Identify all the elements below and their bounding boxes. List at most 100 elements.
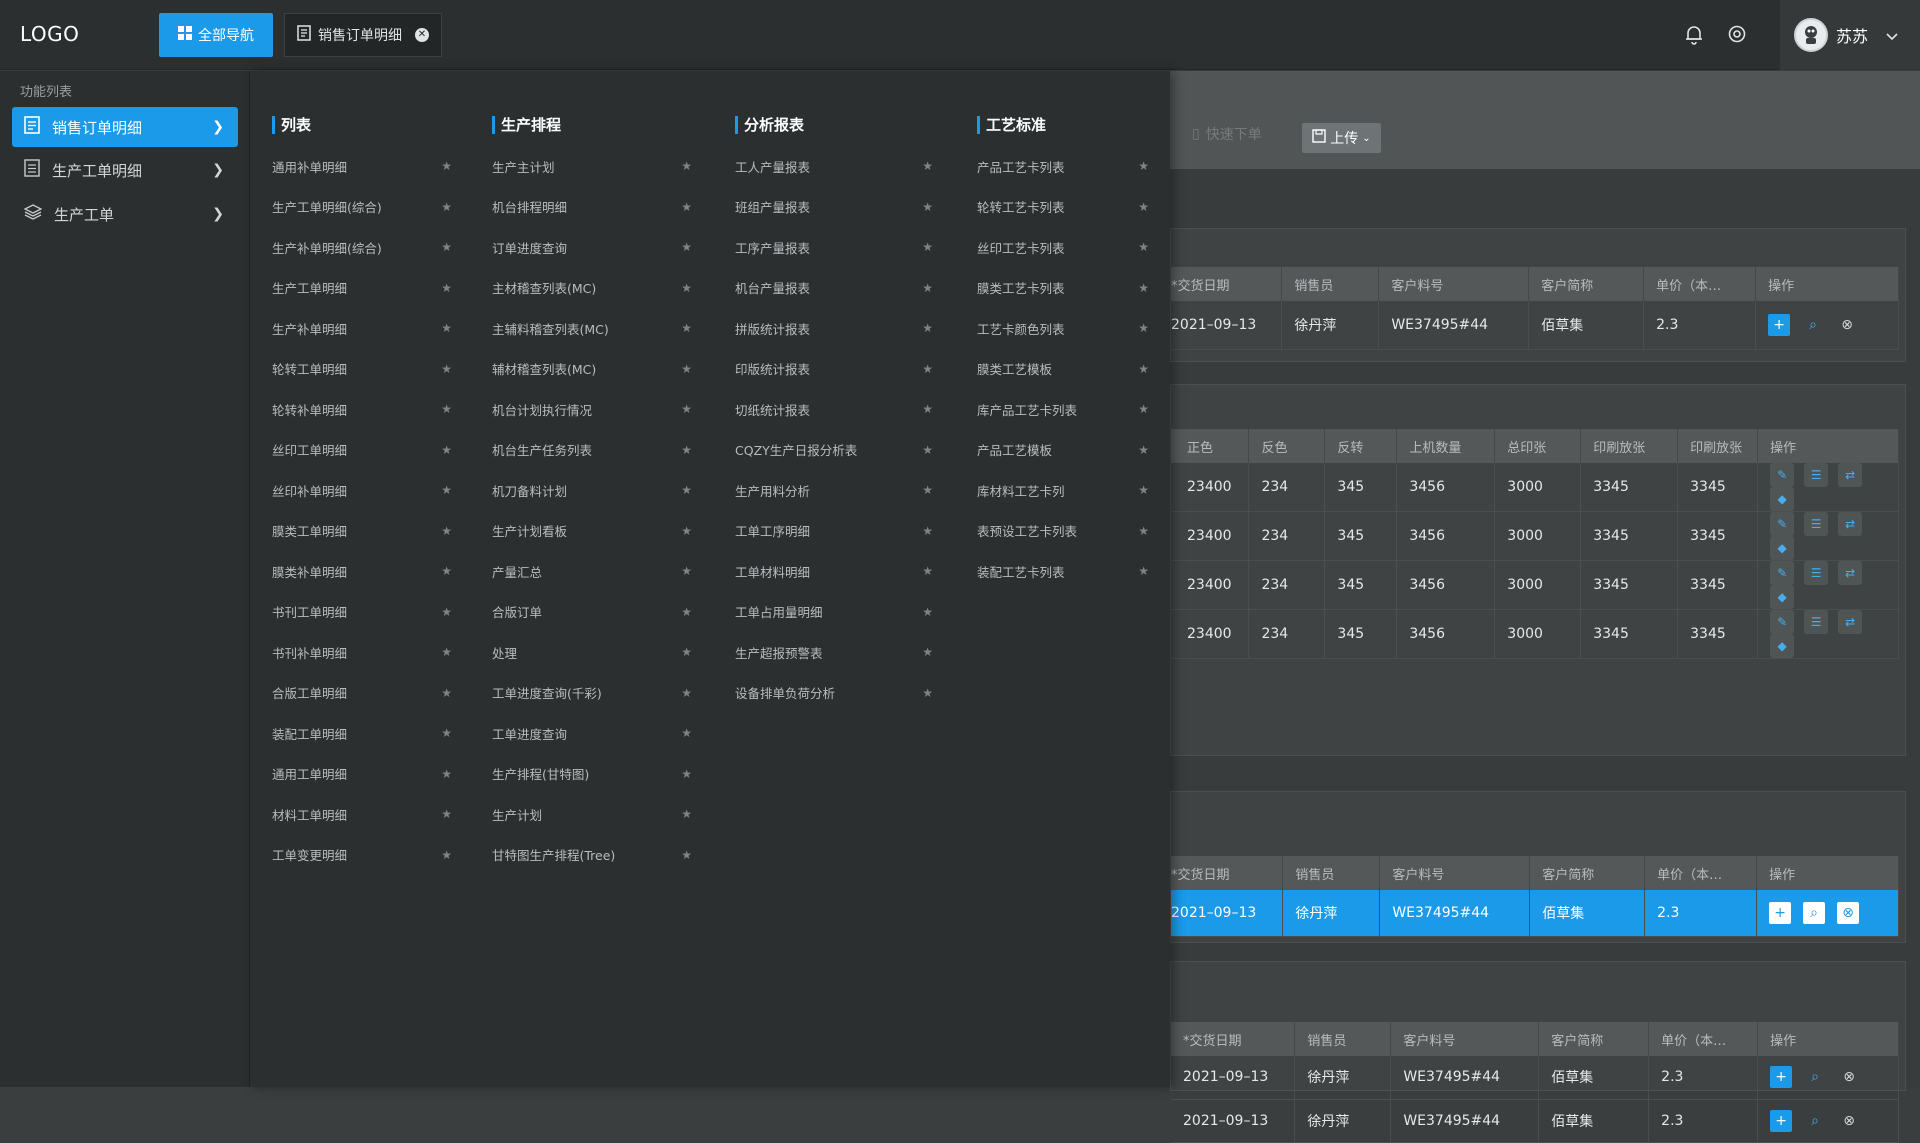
star-icon[interactable]: ★ bbox=[1138, 483, 1149, 497]
menu-item[interactable]: 辅材稽查列表(MC) ★ bbox=[492, 349, 692, 390]
star-icon[interactable]: ★ bbox=[922, 200, 933, 214]
star-icon[interactable]: ★ bbox=[441, 848, 452, 862]
upload-button[interactable]: 上传 ⌄ bbox=[1302, 123, 1381, 153]
menu-item[interactable]: 膜类工艺卡列表 ★ bbox=[977, 268, 1149, 309]
menu-item[interactable]: 通用工单明细 ★ bbox=[272, 754, 452, 795]
menu-item[interactable]: 装配工艺卡列表 ★ bbox=[977, 551, 1149, 592]
star-icon[interactable]: ★ bbox=[441, 483, 452, 497]
menu-item[interactable]: 工艺卡颜色列表 ★ bbox=[977, 308, 1149, 349]
star-icon[interactable]: ★ bbox=[681, 524, 692, 538]
add-icon[interactable]: + bbox=[1770, 1109, 1793, 1132]
add-icon[interactable]: + bbox=[1769, 901, 1792, 924]
menu-item[interactable]: 机台产量报表 ★ bbox=[735, 268, 933, 309]
star-icon[interactable]: ★ bbox=[681, 767, 692, 781]
star-icon[interactable]: ★ bbox=[681, 240, 692, 254]
star-icon[interactable]: ★ bbox=[922, 402, 933, 416]
star-icon[interactable]: ★ bbox=[441, 281, 452, 295]
star-icon[interactable]: ★ bbox=[1138, 443, 1149, 457]
search-icon[interactable]: ⌕ bbox=[1804, 1110, 1826, 1132]
menu-item[interactable]: 甘特图生产排程(Tree) ★ bbox=[492, 835, 692, 876]
star-icon[interactable]: ★ bbox=[441, 726, 452, 740]
menu-item[interactable]: 主材稽查列表(MC) ★ bbox=[492, 268, 692, 309]
menu-item[interactable]: 工单变更明细 ★ bbox=[272, 835, 452, 876]
sidebar-item-production-order-detail[interactable]: 生产工单明细 ❯ bbox=[12, 150, 238, 190]
menu-item[interactable]: CQZY生产日报分析表 ★ bbox=[735, 430, 933, 471]
menu-item[interactable]: 生产工单明细 ★ bbox=[272, 268, 452, 309]
edit-icon[interactable]: ✎ bbox=[1770, 512, 1795, 536]
sidebar-item-production-order[interactable]: 生产工单 ❯ bbox=[12, 194, 238, 234]
menu-item[interactable]: 合版工单明细 ★ bbox=[272, 673, 452, 714]
star-icon[interactable]: ★ bbox=[1138, 159, 1149, 173]
search-icon[interactable]: ⌕ bbox=[1804, 1066, 1826, 1088]
menu-item[interactable]: 工序产量报表 ★ bbox=[735, 227, 933, 268]
star-icon[interactable]: ★ bbox=[681, 686, 692, 700]
sidebar-item-sales-order[interactable]: 销售订单明细 ❯ bbox=[12, 107, 238, 147]
star-icon[interactable]: ★ bbox=[681, 483, 692, 497]
star-icon[interactable]: ★ bbox=[681, 605, 692, 619]
star-icon[interactable]: ★ bbox=[1138, 524, 1149, 538]
table-row[interactable]: 2021–09–13 徐丹萍 WE37495#44 佰草集 2.3 + ⌕ ⊗ bbox=[1171, 1056, 1899, 1100]
menu-item[interactable]: 库材料工艺卡列 ★ bbox=[977, 470, 1149, 511]
menu-item[interactable]: 膜类工单明细 ★ bbox=[272, 511, 452, 552]
star-icon[interactable]: ★ bbox=[441, 524, 452, 538]
add-icon[interactable]: + bbox=[1768, 313, 1791, 336]
star-icon[interactable]: ★ bbox=[441, 605, 452, 619]
star-icon[interactable]: ★ bbox=[922, 686, 933, 700]
star-icon[interactable]: ★ bbox=[681, 645, 692, 659]
flow-icon[interactable]: ⇄ bbox=[1838, 610, 1863, 634]
menu-item[interactable]: 工单进度查询 ★ bbox=[492, 713, 692, 754]
menu-item[interactable]: 机台生产任务列表 ★ bbox=[492, 430, 692, 471]
star-icon[interactable]: ★ bbox=[441, 645, 452, 659]
star-icon[interactable]: ★ bbox=[441, 443, 452, 457]
star-icon[interactable]: ★ bbox=[1138, 200, 1149, 214]
menu-item[interactable]: 生产计划看板 ★ bbox=[492, 511, 692, 552]
menu-item[interactable]: 工单材料明细 ★ bbox=[735, 551, 933, 592]
star-icon[interactable]: ★ bbox=[441, 767, 452, 781]
table-row-selected[interactable]: 2021–09–13 徐丹萍 WE37495#44 佰草集 2.3 + ⌕ ⊗ bbox=[1171, 890, 1899, 937]
menu-item[interactable]: 生产超报预警表 ★ bbox=[735, 632, 933, 673]
star-icon[interactable]: ★ bbox=[922, 605, 933, 619]
close-circle-icon[interactable]: ⊗ bbox=[1837, 901, 1860, 924]
star-icon[interactable]: ★ bbox=[922, 281, 933, 295]
menu-item[interactable]: 通用补单明细 ★ bbox=[272, 146, 452, 187]
menu-item[interactable]: 合版订单 ★ bbox=[492, 592, 692, 633]
star-icon[interactable]: ★ bbox=[681, 726, 692, 740]
star-icon[interactable]: ★ bbox=[922, 240, 933, 254]
star-icon[interactable]: ★ bbox=[681, 200, 692, 214]
quick-order-button[interactable]: ▯ 快速下单 bbox=[1192, 124, 1262, 144]
star-icon[interactable]: ★ bbox=[441, 159, 452, 173]
table-row[interactable]: 23400 234 345 3456 3000 3345 3345 ✎ ☰ ⇄◆ bbox=[1171, 560, 1899, 610]
database-icon[interactable]: ☰ bbox=[1804, 512, 1829, 536]
menu-item[interactable]: 工单占用量明细 ★ bbox=[735, 592, 933, 633]
box-icon[interactable]: ◆ bbox=[1770, 487, 1795, 511]
menu-item[interactable]: 生产补单明细 ★ bbox=[272, 308, 452, 349]
menu-item[interactable]: 丝印补单明细 ★ bbox=[272, 470, 452, 511]
menu-item[interactable]: 轮转工艺卡列表 ★ bbox=[977, 187, 1149, 228]
table-row[interactable]: 23400 234 345 3456 3000 3345 3345 ✎ ☰ ⇄◆ bbox=[1171, 609, 1899, 659]
star-icon[interactable]: ★ bbox=[922, 321, 933, 335]
menu-item[interactable]: 生产计划 ★ bbox=[492, 794, 692, 835]
menu-item[interactable]: 生产工单明细(综合) ★ bbox=[272, 187, 452, 228]
search-icon[interactable]: ⌕ bbox=[1802, 314, 1824, 336]
star-icon[interactable]: ★ bbox=[1138, 564, 1149, 578]
close-circle-icon[interactable]: ⊗ bbox=[1838, 1110, 1860, 1132]
menu-item[interactable]: 轮转工单明细 ★ bbox=[272, 349, 452, 390]
star-icon[interactable]: ★ bbox=[1138, 240, 1149, 254]
edit-icon[interactable]: ✎ bbox=[1770, 561, 1795, 585]
star-icon[interactable]: ★ bbox=[441, 200, 452, 214]
menu-item[interactable]: 装配工单明细 ★ bbox=[272, 713, 452, 754]
close-circle-icon[interactable]: ⊗ bbox=[1836, 314, 1858, 336]
flow-icon[interactable]: ⇄ bbox=[1838, 561, 1863, 585]
star-icon[interactable]: ★ bbox=[441, 321, 452, 335]
menu-item[interactable]: 书刊工单明细 ★ bbox=[272, 592, 452, 633]
menu-item[interactable]: 机台计划执行情况 ★ bbox=[492, 389, 692, 430]
star-icon[interactable]: ★ bbox=[441, 807, 452, 821]
star-icon[interactable]: ★ bbox=[681, 443, 692, 457]
all-nav-button[interactable]: 全部导航 bbox=[159, 13, 273, 57]
menu-item[interactable]: 拼版统计报表 ★ bbox=[735, 308, 933, 349]
database-icon[interactable]: ☰ bbox=[1804, 463, 1829, 487]
star-icon[interactable]: ★ bbox=[1138, 362, 1149, 376]
star-icon[interactable]: ★ bbox=[1138, 321, 1149, 335]
search-icon[interactable]: ⌕ bbox=[1803, 901, 1826, 924]
menu-item[interactable]: 工人产量报表 ★ bbox=[735, 146, 933, 187]
